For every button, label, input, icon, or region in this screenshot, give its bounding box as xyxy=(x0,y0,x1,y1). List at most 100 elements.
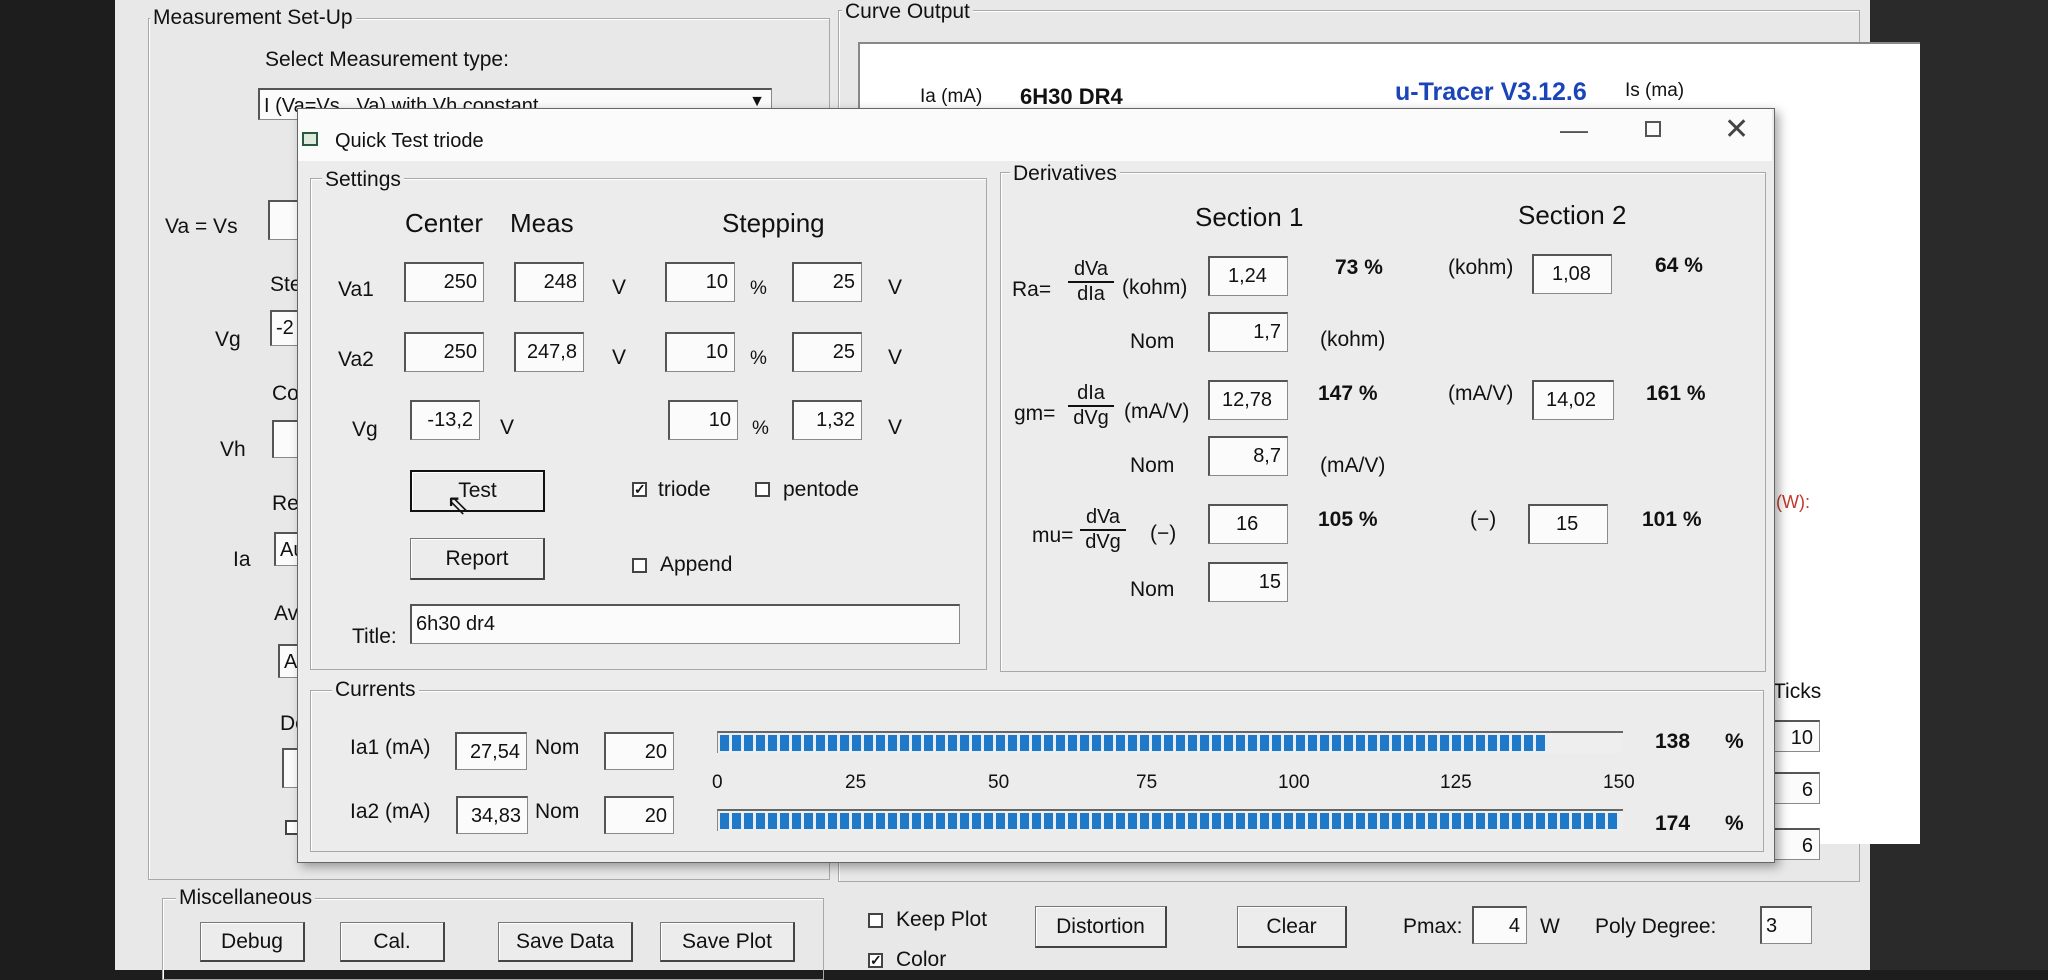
ia1-value: 27,54 xyxy=(455,732,527,770)
misc-title: Miscellaneous xyxy=(176,886,316,910)
ra-s2-unit: (kohm) xyxy=(1448,256,1514,279)
scale-tick-150: 150 xyxy=(1603,772,1635,793)
tube-name: 6H30 DR4 xyxy=(1020,84,1123,109)
va1-step-pct-input[interactable]: 10 xyxy=(665,262,735,302)
save-data-button[interactable]: Save Data xyxy=(498,922,633,962)
settings-title: Settings xyxy=(322,168,404,192)
va2-center-input[interactable]: 250 xyxy=(404,332,484,372)
mouse-cursor-icon: ⇖ xyxy=(446,489,470,520)
ia2-pct-sign: % xyxy=(1725,812,1744,835)
ia2-pct-value: 174 xyxy=(1655,812,1691,835)
report-button[interactable]: Report xyxy=(410,538,545,580)
va1-step-abs-input[interactable]: 25 xyxy=(792,262,862,302)
gm-label: gm= xyxy=(1014,402,1056,425)
vg-abs-unit: V xyxy=(888,416,903,439)
pmax-label: Pmax: xyxy=(1403,915,1463,938)
derivatives-title: Derivatives xyxy=(1010,162,1120,186)
ra-s1-pct: 73 % xyxy=(1335,256,1383,279)
scale-tick-100: 100 xyxy=(1278,772,1310,793)
title-label: Title: xyxy=(352,625,397,648)
co-label: Co xyxy=(272,382,299,405)
ia2-value: 34,83 xyxy=(456,796,528,834)
ra-s2-value: 1,08 xyxy=(1532,254,1612,294)
vg-step-abs-input[interactable]: 1,32 xyxy=(792,400,862,440)
pentode-checkbox[interactable] xyxy=(755,482,770,497)
ticks-input-2[interactable]: 6 xyxy=(1772,772,1820,804)
mu-s2-value: 15 xyxy=(1528,504,1608,544)
ticks-input-3[interactable]: 6 xyxy=(1772,828,1820,860)
mu-numerator: dVa xyxy=(1080,506,1126,531)
debug-button[interactable]: Debug xyxy=(200,922,305,962)
mu-s2-unit: (−) xyxy=(1470,508,1497,531)
ia1-nom-input[interactable]: 20 xyxy=(604,732,674,770)
mu-s2-pct: 101 % xyxy=(1642,508,1702,531)
append-checkbox[interactable] xyxy=(632,558,647,573)
va1-pct-sign: % xyxy=(750,278,767,299)
close-icon[interactable]: ✕ xyxy=(1724,112,1749,147)
va1-label: Va1 xyxy=(338,278,374,301)
ia1-nom-label: Nom xyxy=(535,736,580,759)
gm-s2-pct: 161 % xyxy=(1646,382,1706,405)
test-button[interactable]: Test xyxy=(410,470,545,512)
ia1-label: Ia1 (mA) xyxy=(350,736,431,759)
ra-nom-input[interactable]: 1,7 xyxy=(1208,312,1288,352)
app-version: u-Tracer V3.12.6 xyxy=(1395,78,1587,106)
ra-nom-label: Nom xyxy=(1130,330,1175,353)
title-input[interactable]: 6h30 dr4 xyxy=(410,604,960,644)
vg-center-input[interactable]: -13,2 xyxy=(410,400,480,440)
cal-button[interactable]: Cal. xyxy=(340,922,445,962)
va1-center-input[interactable]: 250 xyxy=(404,262,484,302)
va2-step-abs-input[interactable]: 25 xyxy=(792,332,862,372)
color-checkbox[interactable]: ✓ xyxy=(868,953,883,968)
keep-plot-checkbox[interactable] xyxy=(868,913,883,928)
gm-nom-unit: (mA/V) xyxy=(1320,454,1386,477)
gm-s2-unit: (mA/V) xyxy=(1448,382,1514,405)
scale-tick-75: 75 xyxy=(1136,772,1158,793)
mu-fraction: dVa dVg xyxy=(1080,506,1126,554)
ra-nom-unit: (kohm) xyxy=(1320,328,1386,351)
va1-abs-unit: V xyxy=(888,276,903,299)
poly-degree-input[interactable]: 3 xyxy=(1760,906,1812,944)
triode-label: triode xyxy=(658,478,711,501)
va2-label: Va2 xyxy=(338,348,374,371)
scale-tick-0: 0 xyxy=(712,772,723,793)
ia2-nom-input[interactable]: 20 xyxy=(604,796,674,834)
ra-unit: (kohm) xyxy=(1122,276,1188,299)
gm-s1-pct: 147 % xyxy=(1318,382,1378,405)
va2-pct-sign: % xyxy=(750,348,767,369)
ia-label-main: Ia xyxy=(233,548,251,571)
gm-denominator: dVg xyxy=(1073,407,1109,429)
pmax-input[interactable]: 4 xyxy=(1472,906,1527,944)
measurement-setup-title: Measurement Set-Up xyxy=(150,6,356,30)
ra-numerator: dVa xyxy=(1068,258,1114,283)
dialog-titlebar[interactable] xyxy=(298,109,1772,161)
triode-checkbox[interactable]: ✓ xyxy=(632,482,647,497)
gm-nom-input[interactable]: 8,7 xyxy=(1208,436,1288,476)
distortion-button[interactable]: Distortion xyxy=(1035,906,1167,948)
pmax-unit: W xyxy=(1540,915,1560,938)
va2-abs-unit: V xyxy=(888,346,903,369)
derivatives-group xyxy=(1000,172,1766,672)
clear-button[interactable]: Clear xyxy=(1237,906,1347,948)
vh-label-main: Vh xyxy=(220,438,246,461)
col-meas-label: Meas xyxy=(510,208,574,238)
pentode-label: pentode xyxy=(783,478,859,501)
mu-s1-value: 16 xyxy=(1208,504,1288,544)
minimize-icon[interactable]: — xyxy=(1560,114,1588,146)
mu-nom-input[interactable]: 15 xyxy=(1208,562,1288,602)
color-label: Color xyxy=(896,948,947,971)
section2-label: Section 2 xyxy=(1518,200,1627,230)
vg-step-pct-input[interactable]: 10 xyxy=(668,400,738,440)
ia1-pct-value: 138 xyxy=(1655,730,1691,753)
maximize-icon[interactable] xyxy=(1645,121,1661,137)
is-unit-label: Is (ma) xyxy=(1625,80,1685,101)
scale-tick-125: 125 xyxy=(1440,772,1472,793)
save-plot-button[interactable]: Save Plot xyxy=(660,922,795,962)
w-fragment: (W): xyxy=(1776,492,1810,512)
ticks-input-1[interactable]: 10 xyxy=(1772,720,1820,752)
mu-label: mu= xyxy=(1032,524,1074,547)
keep-plot-label: Keep Plot xyxy=(896,908,988,931)
va2-meas-value: 247,8 xyxy=(514,332,584,372)
va2-unit: V xyxy=(612,346,627,369)
va2-step-pct-input[interactable]: 10 xyxy=(665,332,735,372)
